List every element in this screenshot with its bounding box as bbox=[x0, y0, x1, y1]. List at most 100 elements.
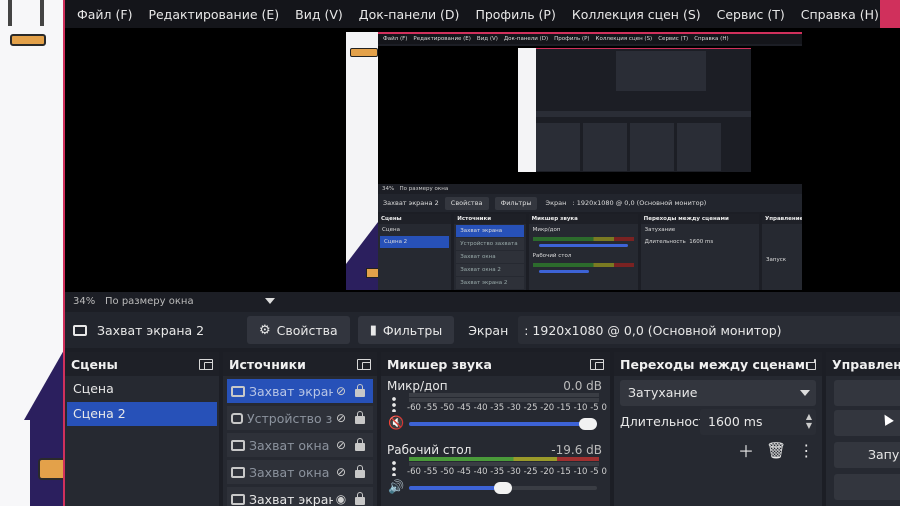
monitor-icon bbox=[231, 493, 245, 505]
nested-scenes-dock: Сцены Сцена Сцена 2 bbox=[378, 214, 452, 290]
screen-value: : 1920x1080 @ 0,0 (Основной монитор) bbox=[524, 322, 782, 338]
filters-button[interactable]: ▮ Фильтры bbox=[357, 316, 455, 344]
chevron-down-icon bbox=[800, 390, 810, 396]
undock-icon[interactable] bbox=[590, 358, 604, 370]
controls-dock-header: Управление bbox=[826, 352, 900, 376]
source-item[interactable]: Захват экрана 2 ◉ bbox=[227, 487, 373, 506]
speaker-muted-icon[interactable]: 🔇 bbox=[388, 416, 404, 431]
properties-label: Свойства bbox=[276, 322, 338, 338]
slider-handle[interactable] bbox=[494, 482, 512, 494]
db-tick-label: -50 bbox=[440, 403, 455, 413]
zoom-mode-select[interactable]: По размеру окна bbox=[105, 296, 275, 307]
kebab-menu-icon[interactable] bbox=[392, 396, 396, 412]
lock-icon[interactable] bbox=[355, 384, 365, 397]
menu-edit[interactable]: Редактирование (E) bbox=[140, 7, 287, 22]
control-button[interactable] bbox=[834, 380, 900, 406]
db-tick-label: -35 bbox=[490, 467, 505, 477]
undock-icon[interactable] bbox=[199, 358, 213, 370]
undock-icon[interactable] bbox=[357, 358, 371, 370]
eye-hidden-icon[interactable]: ⊘ bbox=[333, 438, 349, 452]
source-label: Устройство захвата bbox=[247, 410, 333, 426]
db-tick-label: 0 bbox=[601, 467, 607, 477]
db-tick-label: -20 bbox=[540, 467, 555, 477]
channel-name: Рабочий стол bbox=[387, 443, 472, 457]
source-item[interactable]: Захват окна 2 ⊘ bbox=[227, 460, 373, 484]
lock-icon[interactable] bbox=[355, 492, 365, 505]
source-label: Захват окна 2 bbox=[249, 464, 333, 480]
volume-slider[interactable] bbox=[409, 482, 597, 494]
wallpaper-chain bbox=[8, 0, 12, 26]
channel-db: -19.6 dB bbox=[551, 443, 602, 457]
scene-item[interactable]: Сцена bbox=[67, 377, 217, 401]
db-tick-label: -30 bbox=[506, 467, 521, 477]
source-item[interactable]: Захват окна ⊘ bbox=[227, 433, 373, 457]
db-tick-label: -35 bbox=[490, 403, 505, 413]
nested-inner-dock bbox=[536, 123, 580, 171]
wallpaper-shape bbox=[0, 420, 30, 506]
menu-scene-collection[interactable]: Коллекция сцен (S) bbox=[564, 7, 709, 22]
scene-item-selected[interactable]: Сцена 2 bbox=[67, 402, 217, 426]
add-icon[interactable]: ＋ bbox=[738, 438, 754, 462]
menu-file[interactable]: Файл (F) bbox=[69, 7, 140, 22]
selected-source-name: Захват экрана 2 bbox=[97, 322, 205, 338]
menu-profile[interactable]: Профиль (P) bbox=[467, 7, 563, 22]
scenes-dock-header: Сцены bbox=[65, 352, 219, 376]
lock-icon[interactable] bbox=[355, 411, 365, 424]
gear-icon: ⚙ bbox=[259, 322, 271, 338]
transition-selected: Затухание bbox=[628, 385, 698, 400]
monitor-icon bbox=[73, 324, 87, 336]
level-meter bbox=[409, 462, 599, 466]
nested-menu-item: Редактирование (E) bbox=[413, 36, 471, 42]
nested-menu-item: Профиль (P) bbox=[554, 36, 590, 42]
speaker-icon[interactable]: 🔊 bbox=[388, 480, 404, 495]
wallpaper-lamp bbox=[10, 34, 46, 46]
nested-inner-toolbar bbox=[536, 111, 751, 117]
channel-db: 0.0 dB bbox=[563, 379, 602, 393]
channel-name: Микр/доп bbox=[387, 379, 448, 393]
properties-button[interactable]: ⚙ Свойства bbox=[247, 316, 350, 344]
obs-window: Файл (F) Редактирование (E) Вид (V) Док-… bbox=[63, 0, 900, 506]
kebab-menu-icon[interactable]: ⋮ bbox=[798, 441, 814, 460]
filters-label: Фильтры bbox=[382, 322, 443, 338]
volume-slider[interactable] bbox=[409, 418, 597, 430]
source-item[interactable]: Устройство захвата ⊘ bbox=[227, 406, 373, 430]
scenes-title: Сцены bbox=[71, 356, 118, 372]
source-item[interactable]: Захват экрана ⊘ bbox=[227, 379, 373, 403]
duration-input[interactable]: 1600 ms ▲ ▼ bbox=[700, 409, 816, 435]
eye-hidden-icon[interactable]: ⊘ bbox=[333, 411, 349, 425]
undock-icon[interactable] bbox=[806, 358, 817, 370]
screen-label: Экран bbox=[468, 322, 509, 338]
zoom-percent: 34% bbox=[73, 295, 96, 307]
menu-tools[interactable]: Сервис (T) bbox=[709, 7, 793, 22]
menu-help[interactable]: Справка (H) bbox=[793, 7, 887, 22]
screen-select[interactable]: : 1920x1080 @ 0,0 (Основной монитор) bbox=[518, 316, 900, 344]
trash-icon[interactable]: 🗑 bbox=[766, 441, 786, 460]
menu-view[interactable]: Вид (V) bbox=[287, 7, 351, 22]
level-meter bbox=[409, 393, 599, 397]
nested-controls-dock: Управление Запуск bbox=[761, 214, 802, 290]
sources-dock-header: Источники bbox=[223, 352, 377, 376]
preview-canvas[interactable]: Файл (F) Редактирование (E) Вид (V) Док-… bbox=[65, 28, 900, 292]
control-button[interactable] bbox=[834, 474, 900, 500]
lock-icon[interactable] bbox=[355, 465, 365, 478]
eye-hidden-icon[interactable]: ⊘ bbox=[333, 465, 349, 479]
nested-transitions-dock: Переходы между сценами Затухание Длитель… bbox=[640, 214, 759, 290]
preview-lamp bbox=[366, 268, 378, 278]
menu-docks[interactable]: Док-панели (D) bbox=[351, 7, 468, 22]
transition-select[interactable]: Затухание bbox=[620, 380, 816, 406]
nested-inner-dock bbox=[583, 123, 627, 171]
eye-icon[interactable]: ◉ bbox=[333, 492, 349, 506]
transitions-title: Переходы между сценами bbox=[620, 356, 814, 372]
db-tick-label: -50 bbox=[440, 467, 455, 477]
nested-mixer-dock: Микшер звука Микр/доп Рабочий стол bbox=[528, 214, 638, 290]
lock-icon[interactable] bbox=[355, 438, 365, 451]
kebab-menu-icon[interactable] bbox=[392, 460, 396, 476]
start-button[interactable]: Запуск bbox=[834, 442, 900, 468]
slider-handle[interactable] bbox=[579, 418, 597, 430]
level-meter bbox=[409, 457, 599, 461]
db-tick-label: -10 bbox=[573, 403, 588, 413]
eye-hidden-icon[interactable]: ⊘ bbox=[333, 384, 349, 398]
db-tick-label: -55 bbox=[423, 467, 438, 477]
spin-arrows-icon[interactable]: ▲ ▼ bbox=[806, 412, 812, 430]
level-meter bbox=[409, 398, 599, 402]
